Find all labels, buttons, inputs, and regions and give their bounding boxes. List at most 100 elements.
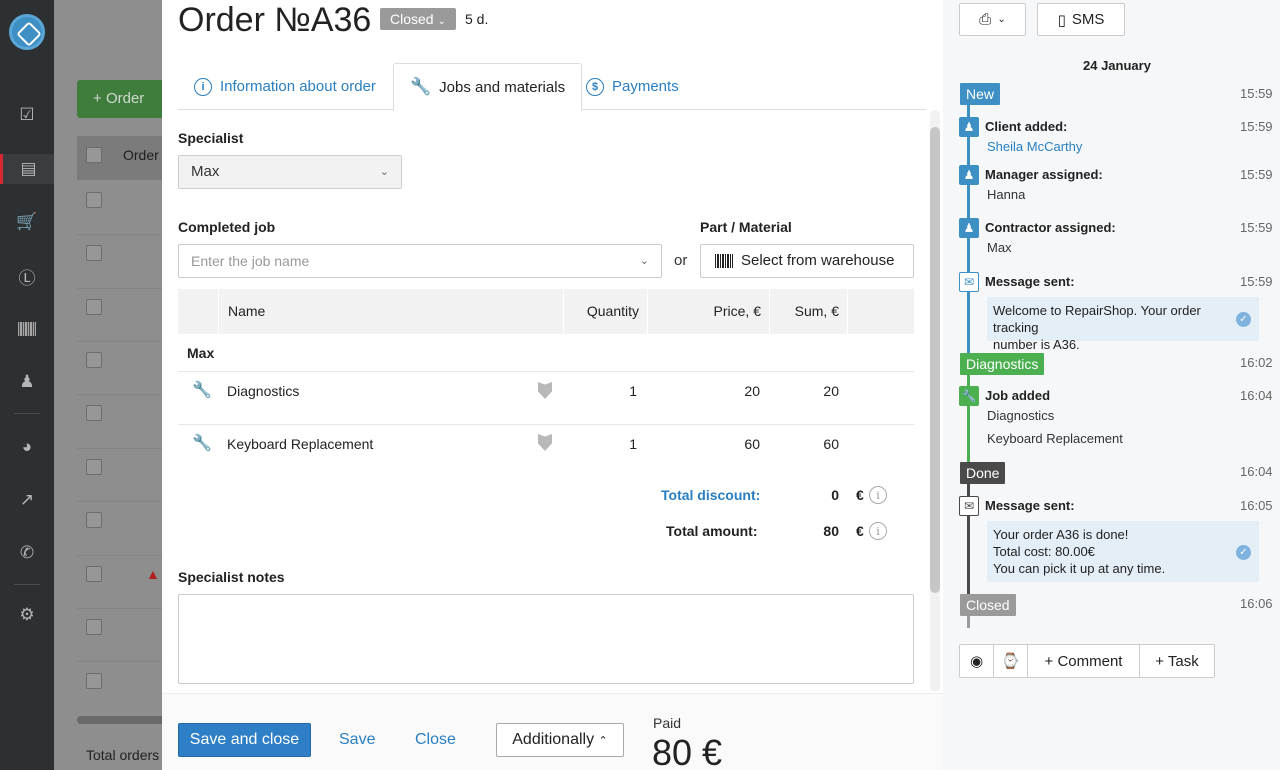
- row-price[interactable]: 20: [662, 383, 760, 399]
- wrench-icon: 🔧: [959, 386, 979, 406]
- message-text: number is A36.: [993, 337, 1080, 352]
- row-checkbox: [86, 405, 102, 421]
- status-dropdown[interactable]: Closed ⌄: [380, 8, 456, 30]
- chevron-down-icon: ⌄: [379, 166, 389, 178]
- timeline-date: 24 January: [1083, 58, 1151, 73]
- dollar-circle-icon: $: [586, 77, 604, 96]
- row-name[interactable]: Diagnostics: [227, 383, 299, 399]
- nav-divider: [14, 413, 40, 414]
- orders-icon[interactable]: ▤: [0, 154, 54, 184]
- tab-information[interactable]: i Information about order: [178, 63, 392, 110]
- save-button[interactable]: Save: [339, 723, 375, 757]
- specialist-notes-textarea[interactable]: [178, 594, 914, 684]
- status-diagnostics-badge: Diagnostics: [960, 353, 1045, 375]
- wrench-icon: 🔧: [192, 382, 212, 399]
- attachment-icon[interactable]: ⌚: [994, 645, 1028, 677]
- row-divider: [77, 501, 162, 502]
- event-title: Contractor assigned:: [985, 220, 1116, 235]
- event-title: Client added:: [985, 119, 1068, 134]
- tab-label: Jobs and materials: [439, 78, 566, 96]
- column-divider: [218, 289, 219, 334]
- row-name[interactable]: Keyboard Replacement: [227, 436, 373, 452]
- row-quantity[interactable]: 1: [562, 436, 637, 452]
- row-checkbox: [86, 673, 102, 689]
- total-discount-label[interactable]: Total discount:: [661, 487, 760, 503]
- specialist-value: Max: [191, 163, 220, 180]
- row-divider: [77, 448, 162, 449]
- contractor-icon: ♟: [959, 218, 979, 238]
- person-icon[interactable]: ♟: [0, 367, 54, 397]
- message-text: Your order A36 is done!: [993, 527, 1129, 542]
- vertical-scrollbar[interactable]: [930, 127, 940, 593]
- table-header: Name Quantity Price, € Sum, €: [178, 289, 914, 334]
- camera-icon[interactable]: ◉: [960, 645, 994, 677]
- cart-icon[interactable]: 🛒: [0, 207, 54, 237]
- total-amount-value: 80: [823, 523, 839, 539]
- barcode-icon: [715, 254, 733, 268]
- list-header-label: Order: [123, 147, 159, 163]
- additionally-button[interactable]: Additionally ⌃: [496, 723, 624, 757]
- sms-button[interactable]: ▯ SMS: [1037, 3, 1125, 36]
- manager-name: Hanna: [987, 187, 1026, 202]
- message-text: You can pick it up at any time.: [993, 561, 1166, 576]
- specialist-label: Specialist: [178, 130, 244, 146]
- row-checkbox: [86, 352, 102, 368]
- total-orders-label: Total orders: [86, 747, 160, 763]
- logo-icon[interactable]: [9, 14, 45, 50]
- order-title: Order №A36: [178, 1, 372, 39]
- orders-list-background: + Order Order ▲ Total orders: [54, 0, 162, 770]
- close-button[interactable]: Close: [415, 723, 456, 757]
- part-material-label: Part / Material: [700, 219, 792, 235]
- select-from-warehouse-button[interactable]: Select from warehouse: [700, 244, 914, 278]
- timeline-actions: ◉ ⌚ + Comment + Task: [959, 644, 1215, 678]
- phone-icon[interactable]: ✆: [0, 538, 54, 568]
- chart-icon[interactable]: ↗: [0, 485, 54, 515]
- event-time: 15:59: [1240, 167, 1273, 182]
- row-checkbox: [86, 192, 102, 208]
- new-order-label: Order: [105, 90, 145, 107]
- dollar-icon[interactable]: Ⓛ: [0, 261, 54, 291]
- row-divider: [77, 288, 162, 289]
- tab-jobs-materials[interactable]: 🔧 Jobs and materials: [393, 63, 583, 111]
- job-item: Keyboard Replacement: [987, 431, 1123, 446]
- total-discount-value: 0: [831, 487, 839, 503]
- tab-payments[interactable]: $ Payments: [570, 63, 695, 110]
- row-quantity[interactable]: 1: [562, 383, 637, 399]
- barcode-icon[interactable]: [0, 314, 54, 344]
- clipboard-icon[interactable]: ☑: [0, 100, 54, 130]
- add-task-button[interactable]: + Task: [1140, 645, 1214, 677]
- chevron-down-icon: ⌄: [639, 255, 649, 267]
- tab-bar: i Information about order 🔧 Jobs and mat…: [178, 63, 926, 111]
- status-label: Closed: [390, 11, 434, 27]
- select-all-checkbox: [86, 147, 102, 163]
- sms-label: SMS: [1071, 11, 1105, 28]
- envelope-icon: ✉: [959, 272, 979, 292]
- gear-icon[interactable]: ⚙: [0, 600, 54, 630]
- status-done-badge: Done: [960, 462, 1006, 484]
- warranty-shield-icon[interactable]: [538, 434, 552, 451]
- additionally-label: Additionally: [512, 731, 595, 748]
- info-icon[interactable]: i: [869, 522, 887, 540]
- print-button[interactable]: ⎙ ⌄: [959, 3, 1026, 36]
- speedometer-icon[interactable]: ◕: [0, 432, 54, 462]
- new-order-button: + Order: [77, 80, 162, 118]
- event-time: 16:02: [1240, 355, 1273, 370]
- warranty-shield-icon[interactable]: [538, 382, 552, 399]
- event-title: Manager assigned:: [985, 167, 1103, 182]
- phone-icon: ▯: [1057, 11, 1066, 29]
- job-name-input[interactable]: Enter the job name ⌄: [178, 244, 662, 278]
- add-comment-button[interactable]: + Comment: [1028, 645, 1140, 677]
- column-name: Name: [228, 303, 266, 319]
- chevron-up-icon: ⌃: [598, 735, 608, 747]
- info-icon[interactable]: i: [869, 486, 887, 504]
- specialist-select[interactable]: Max ⌄: [178, 155, 402, 189]
- order-age: 5 d.: [465, 11, 489, 27]
- row-divider: [77, 555, 162, 556]
- status-new-badge: New: [960, 83, 1001, 105]
- save-and-close-button[interactable]: Save and close: [178, 723, 311, 757]
- event-title: Message sent:: [985, 274, 1075, 289]
- status-closed-badge: Closed: [960, 594, 1016, 616]
- client-link[interactable]: Sheila McCarthy: [987, 139, 1082, 154]
- row-price[interactable]: 60: [662, 436, 760, 452]
- urgent-icon: ▲: [146, 566, 160, 582]
